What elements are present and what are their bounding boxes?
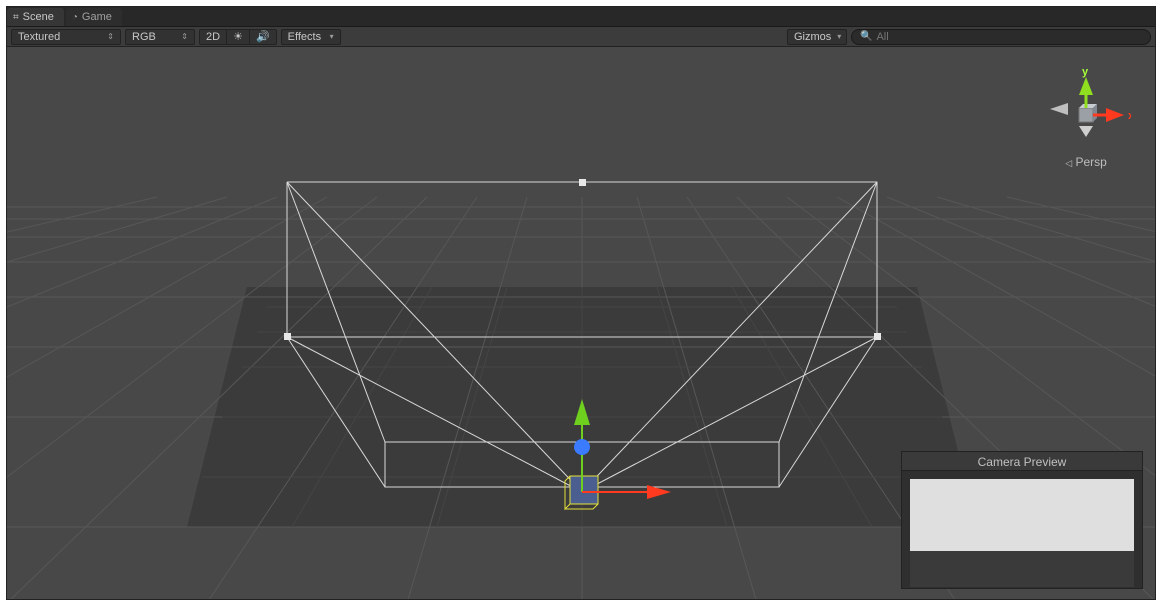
scene-viewport[interactable]: x y ◁ Persp Camera Preview — [7, 47, 1155, 599]
shading-mode-dropdown[interactable]: Textured ⇕ — [11, 29, 121, 45]
camera-preview-sky — [910, 479, 1134, 551]
sun-icon: ☀ — [233, 30, 243, 43]
view-toggles: 2D ☀ 🔊 — [199, 29, 277, 45]
shading-mode-label: Textured — [18, 31, 60, 43]
camera-preview-panel: Camera Preview — [901, 451, 1143, 589]
pacman-icon: ◔ — [72, 12, 78, 23]
chevron-down-icon: ▾ — [330, 32, 334, 41]
effects-dropdown[interactable]: Effects ▾ — [281, 29, 341, 45]
tab-game-label: Game — [82, 11, 112, 23]
scene-toolbar: Textured ⇕ RGB ⇕ 2D ☀ 🔊 Effects ▾ Gizmos… — [7, 27, 1155, 47]
scene-search-input[interactable] — [876, 31, 1142, 43]
grid-icon: ⌗ — [13, 12, 19, 23]
tab-bar: ⌗ Scene ◔ Game — [7, 7, 1155, 27]
camera-preview-title: Camera Preview — [902, 452, 1142, 471]
axis-x-label: x — [1128, 110, 1131, 122]
axis-y-label: y — [1082, 67, 1089, 78]
tab-scene[interactable]: ⌗ Scene — [7, 8, 64, 26]
2d-toggle[interactable]: 2D — [199, 29, 226, 45]
search-icon: 🔍 — [860, 31, 872, 42]
audio-toggle[interactable]: 🔊 — [249, 29, 277, 45]
chevron-down-icon: ▾ — [837, 32, 841, 41]
chevron-updown-icon: ⇕ — [181, 32, 188, 41]
window-frame: ⌗ Scene ◔ Game Textured ⇕ RGB ⇕ 2D ☀ 🔊 E… — [6, 6, 1156, 600]
chevron-updown-icon: ⇕ — [107, 32, 114, 41]
effects-label: Effects — [288, 31, 321, 43]
camera-preview-view — [910, 479, 1134, 587]
lighting-toggle[interactable]: ☀ — [226, 29, 249, 45]
render-mode-label: RGB — [132, 31, 156, 43]
projection-mode[interactable]: ◁ Persp — [1041, 155, 1131, 169]
speaker-icon: 🔊 — [256, 30, 270, 43]
render-mode-dropdown[interactable]: RGB ⇕ — [125, 29, 195, 45]
scene-search[interactable]: 🔍 — [851, 29, 1151, 45]
tab-game[interactable]: ◔ Game — [66, 8, 122, 26]
gizmos-label: Gizmos — [794, 31, 831, 43]
gizmos-dropdown[interactable]: Gizmos ▾ — [787, 29, 847, 45]
orientation-gizmo[interactable]: x y ◁ Persp — [1041, 67, 1131, 177]
tab-scene-label: Scene — [23, 11, 54, 23]
